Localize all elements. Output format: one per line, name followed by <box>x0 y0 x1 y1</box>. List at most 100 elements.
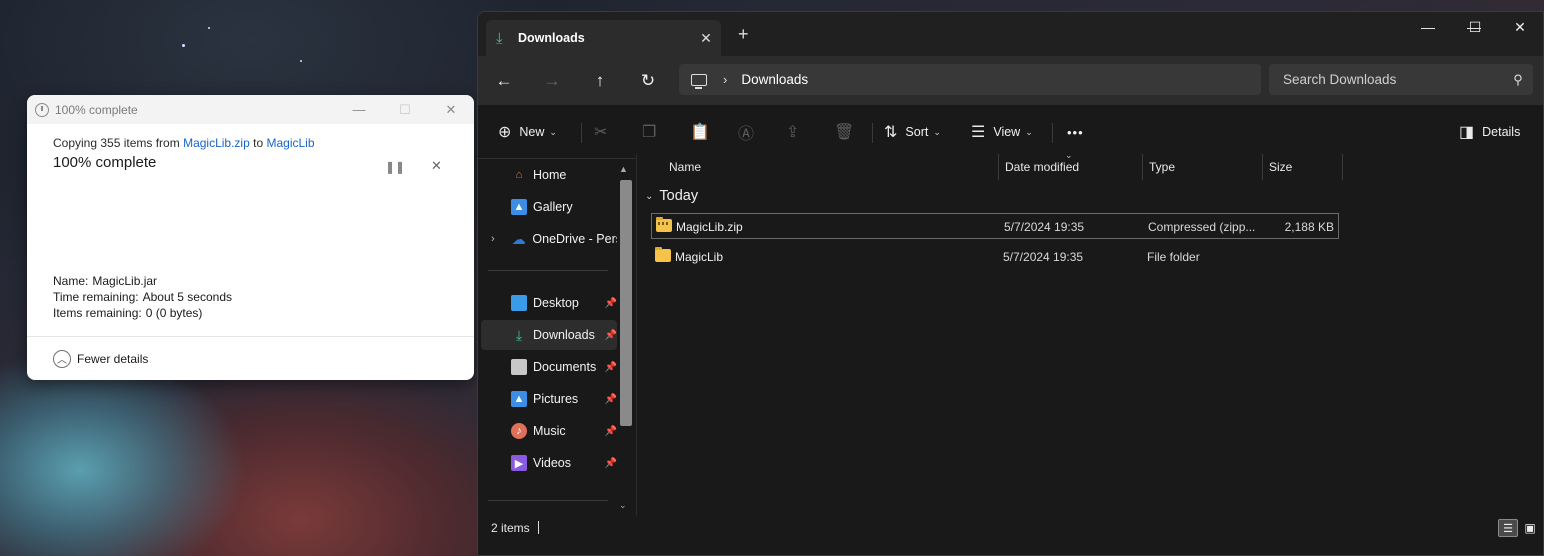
file-name: MagicLib.zip <box>676 220 743 234</box>
scroll-up-arrow[interactable]: ▲ <box>619 164 628 174</box>
pin-icon[interactable]: 📌 <box>605 458 617 469</box>
file-explorer-window: ⤓ Downloads ✕ + — — ☐ ✕ ← → ↑ ↻ › Downlo… <box>477 11 1544 556</box>
copy-button[interactable]: ❐ <box>642 118 664 146</box>
detail-items-remaining: Items remaining: 0 (0 bytes) <box>53 306 203 320</box>
new-tab-button[interactable]: + <box>738 24 749 45</box>
maximize-button[interactable]: ☐ <box>382 95 428 124</box>
file-date: 5/7/2024 19:35 <box>1004 220 1085 234</box>
back-button[interactable]: ← <box>488 67 520 95</box>
sidebar-item-pictures[interactable]: ▲ Pictures 📌 <box>481 384 617 414</box>
breadcrumb-downloads[interactable]: Downloads <box>741 72 808 87</box>
sidebar-item-downloads[interactable]: ⤓ Downloads 📌 <box>481 320 617 350</box>
tab-bar: ⤓ Downloads ✕ + — <box>478 12 1543 56</box>
divider <box>488 270 608 271</box>
sidebar-item-onedrive[interactable]: › ☁ OneDrive - Perso <box>481 224 617 254</box>
documents-icon <box>511 359 527 375</box>
divider <box>1052 123 1053 143</box>
forward-button[interactable]: → <box>536 67 568 95</box>
sidebar-item-videos[interactable]: ▶ Videos 📌 <box>481 448 617 478</box>
music-icon: ♪ <box>511 423 527 439</box>
more-options-button[interactable]: ••• <box>1067 118 1084 146</box>
refresh-button[interactable]: ↻ <box>632 67 664 95</box>
destination-link[interactable]: MagicLib <box>266 136 314 150</box>
share-icon: ⇪ <box>786 124 800 141</box>
sidebar-item-home[interactable]: ⌂ Home <box>481 160 617 190</box>
sidebar-item-desktop[interactable]: Desktop 📌 <box>481 288 617 318</box>
file-row[interactable]: MagicLib.zip 5/7/2024 19:35 Compressed (… <box>651 213 1339 239</box>
details-view-button[interactable]: ☰ <box>1498 519 1518 537</box>
file-type: File folder <box>1147 250 1200 264</box>
cancel-button[interactable]: ✕ <box>431 158 442 174</box>
this-pc-icon <box>691 73 707 89</box>
command-bar: ⊕ New ⌄ ✂ ❐ 📋 Ⓐ ⇪ 🗑 ⇅ Sort ⌄ ☰ View ⌄ ••… <box>478 105 1543 159</box>
tab-downloads[interactable]: ⤓ Downloads ✕ <box>486 20 721 56</box>
onedrive-icon: ☁ <box>511 230 526 247</box>
share-button[interactable]: ⇪ <box>786 118 807 146</box>
pause-button[interactable]: ❚❚ <box>385 160 405 174</box>
paste-button[interactable]: 📋 <box>690 118 718 146</box>
tiles-view-button[interactable]: ▣ <box>1520 519 1540 537</box>
close-button[interactable]: ✕ <box>428 95 474 124</box>
search-input[interactable] <box>1283 72 1503 87</box>
navigation-bar: ← → ↑ ↻ › Downloads ⚲ <box>478 56 1543 105</box>
background-star <box>208 27 210 29</box>
address-bar[interactable]: › Downloads <box>679 64 1261 95</box>
file-type: Compressed (zipp... <box>1148 220 1256 234</box>
pin-icon[interactable]: 📌 <box>605 298 617 309</box>
pin-icon[interactable]: 📌 <box>605 330 617 341</box>
source-link[interactable]: MagicLib.zip <box>183 136 250 150</box>
rename-button[interactable]: Ⓐ <box>738 118 762 146</box>
background-star <box>300 60 302 62</box>
videos-icon: ▶ <box>511 455 527 471</box>
pin-icon[interactable]: 📌 <box>605 426 617 437</box>
new-button[interactable]: ⊕ New ⌄ <box>498 118 557 146</box>
column-header-size[interactable]: Size <box>1263 154 1343 180</box>
dialog-title: 100% complete <box>55 102 138 117</box>
cut-icon: ✂ <box>594 124 608 141</box>
pin-icon[interactable]: 📌 <box>605 362 617 373</box>
sidebar-item-label: Pictures <box>533 392 579 406</box>
status-divider <box>538 521 539 534</box>
file-name: MagicLib <box>675 250 724 264</box>
gallery-icon: ▲ <box>511 199 527 215</box>
pin-icon[interactable]: 📌 <box>605 394 617 405</box>
window-close-button[interactable]: ✕ <box>1497 12 1543 42</box>
chevron-right-icon[interactable]: › <box>491 233 495 245</box>
sidebar-item-music[interactable]: ♪ Music 📌 <box>481 416 617 446</box>
file-row[interactable]: MagicLib 5/7/2024 19:35 File folder <box>651 244 1339 270</box>
view-button[interactable]: ☰ View ⌄ <box>971 118 1033 146</box>
column-header-type[interactable]: Type <box>1143 154 1263 180</box>
group-header-today[interactable]: ⌄ Today <box>645 188 698 204</box>
up-button[interactable]: ↑ <box>584 67 616 95</box>
copy-progress-dialog: 100% complete — ☐ ✕ Copying 355 items fr… <box>27 95 474 380</box>
divider <box>581 123 582 143</box>
sidebar-item-label: OneDrive - Perso <box>532 232 617 246</box>
column-header-name[interactable]: Name <box>663 154 999 180</box>
window-maximize-button[interactable]: ☐ <box>1452 12 1498 42</box>
sort-indicator-icon: ⌄ <box>1065 150 1073 160</box>
sort-button[interactable]: ⇅ Sort ⌄ <box>884 118 941 146</box>
chevron-up-icon: ︿ <box>53 349 71 368</box>
scroll-down-arrow[interactable]: ⌄ <box>619 500 627 511</box>
chevron-down-icon: ⌄ <box>933 126 941 137</box>
tab-close-icon[interactable]: ✕ <box>691 30 721 47</box>
chevron-down-icon: ⌄ <box>1025 126 1033 137</box>
divider <box>872 123 873 143</box>
sort-label: Sort <box>905 125 929 139</box>
details-pane-button[interactable]: ◨ Details <box>1459 118 1520 146</box>
sidebar-scrollbar-thumb[interactable] <box>620 180 632 426</box>
file-list: Name Date modified Type Size ⌄ ⌄ Today M… <box>636 150 1543 516</box>
details-pane-icon: ◨ <box>1459 124 1475 141</box>
chevron-right-icon[interactable]: › <box>723 72 727 87</box>
delete-button[interactable]: 🗑 <box>834 118 862 146</box>
rename-icon: Ⓐ <box>738 126 755 143</box>
search-box[interactable]: ⚲ <box>1269 64 1533 95</box>
background-star <box>182 44 185 47</box>
sidebar-item-gallery[interactable]: ▲ Gallery <box>481 192 617 222</box>
minimize-button[interactable]: — <box>336 95 382 124</box>
cut-button[interactable]: ✂ <box>594 118 615 146</box>
sidebar-item-documents[interactable]: Documents 📌 <box>481 352 617 382</box>
sidebar-item-label: Documents <box>533 360 597 374</box>
fewer-details-toggle[interactable]: ︿ Fewer details <box>27 336 474 380</box>
window-minimize-button[interactable]: — <box>1405 12 1451 42</box>
